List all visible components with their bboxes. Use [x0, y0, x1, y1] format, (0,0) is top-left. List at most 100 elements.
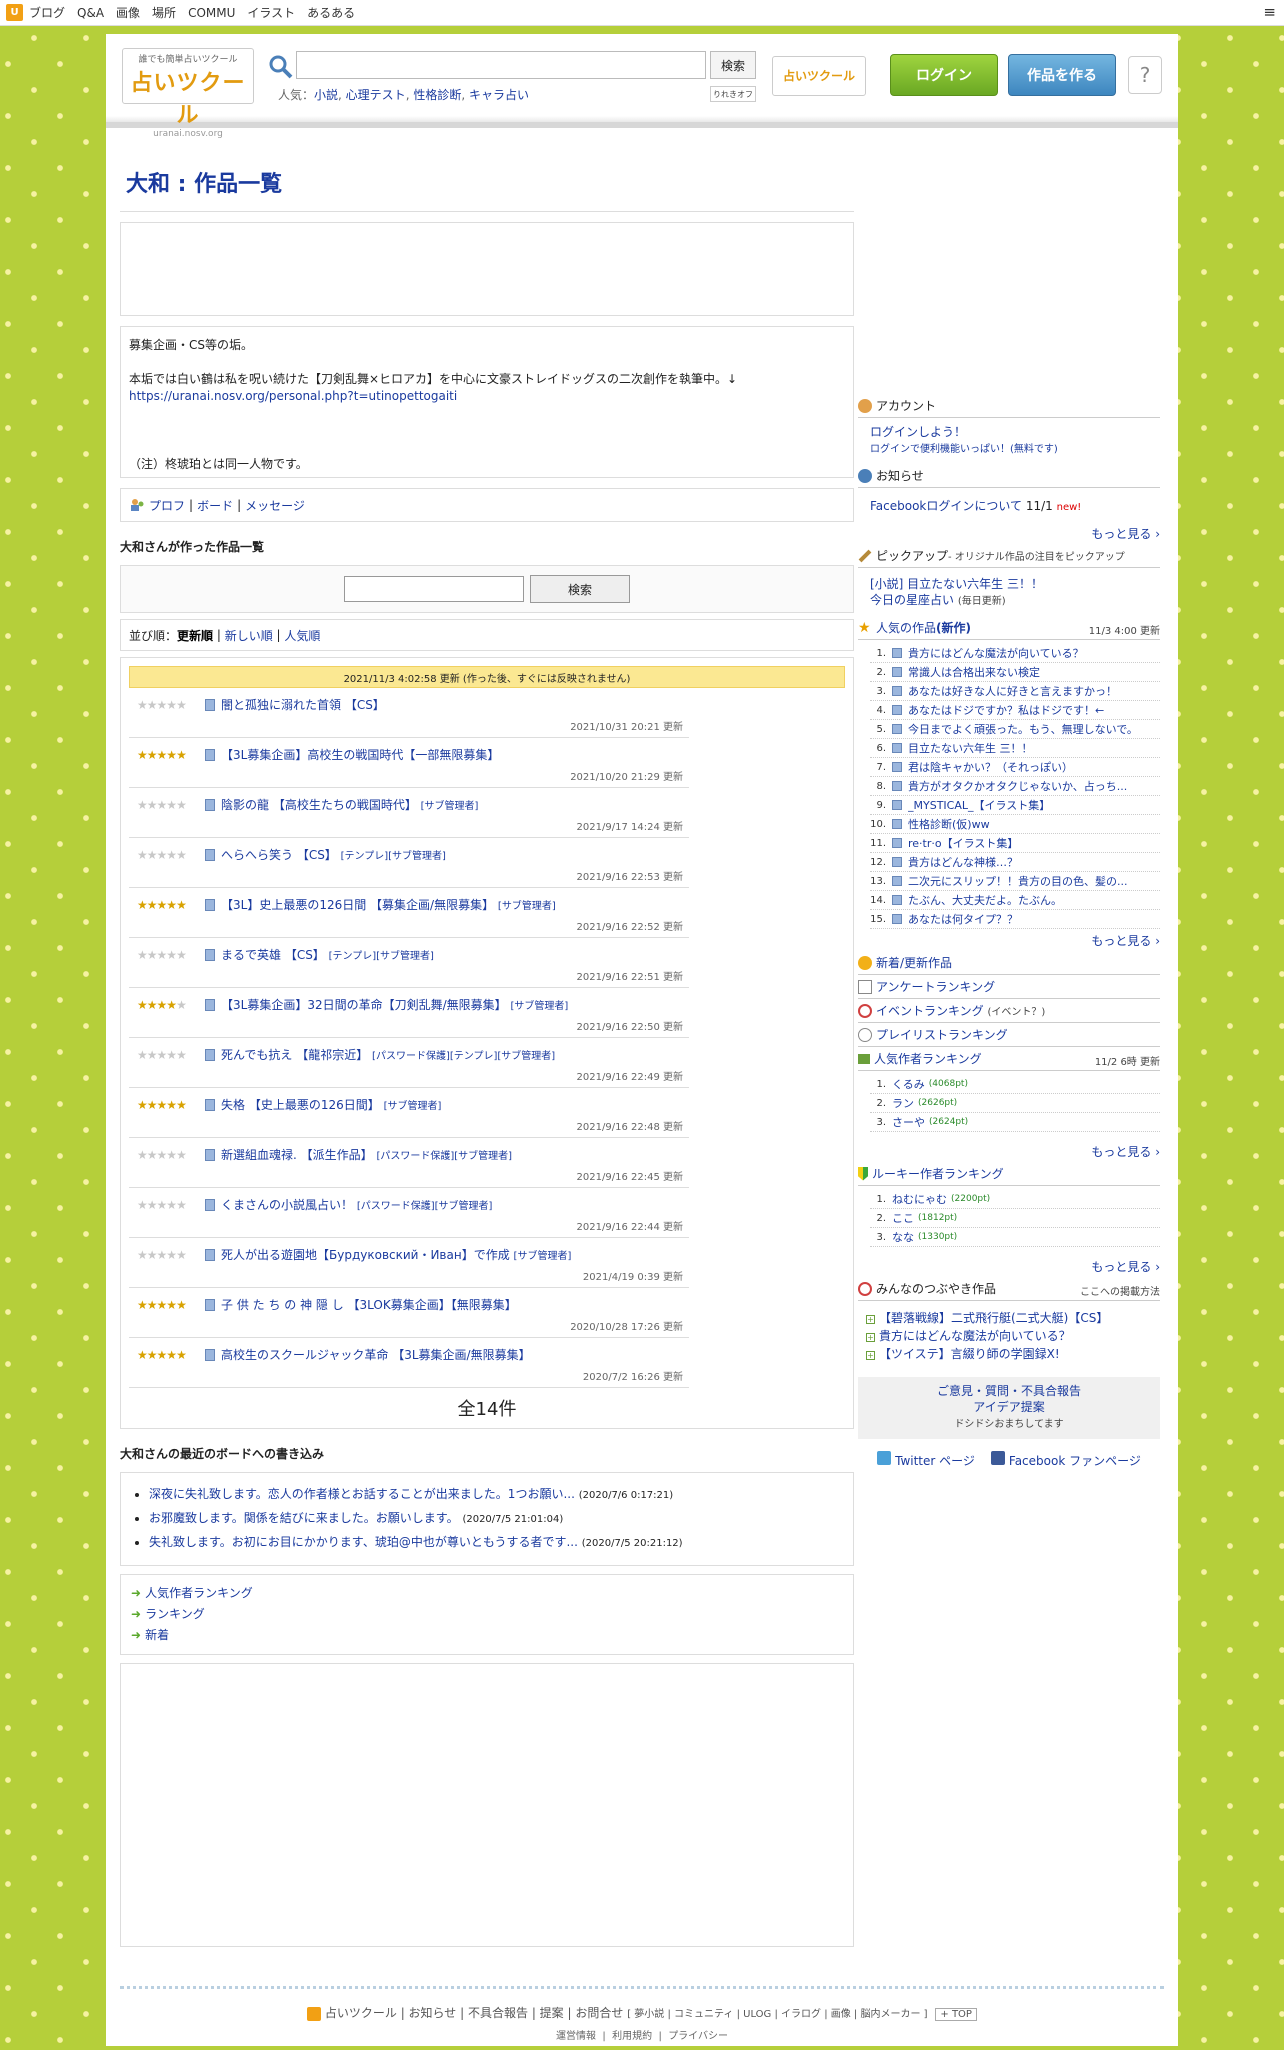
board-item[interactable]: お邪魔致します。関係を結びに来ました。お願いします。 (2020/7/5 21:…	[149, 1507, 843, 1531]
popular-work-item[interactable]: 8. 貴方がオタクかオタクじゃないか、占っち...	[870, 777, 1160, 796]
work-row[interactable]: ★★★★★ 【3L募集企画】高校生の戦国時代【一部無限募集】 2021/10/20…	[129, 738, 689, 788]
topnav-aruaru[interactable]: あるある	[307, 4, 355, 21]
news-more-link[interactable]: もっと見る ›	[1091, 525, 1160, 542]
author-more-link[interactable]: もっと見る ›	[1091, 1143, 1160, 1160]
tsubu-item[interactable]: + 貴方にはどんな魔法が向いている？	[866, 1327, 1152, 1345]
back-to-top-button[interactable]: + TOP	[935, 2008, 977, 2021]
work-tags[interactable]: [テンプレ][サブ管理者]	[329, 951, 434, 962]
author-name[interactable]: ラン	[892, 1095, 914, 1111]
popular-work-link[interactable]: 貴方がオタクかオタクじゃないか、占っち...	[908, 778, 1127, 794]
topnav-illust[interactable]: イラスト	[247, 4, 295, 21]
work-title[interactable]: 子 供 た ち の 神 隠 し 【3LOK募集企画】【無限募集】	[221, 1298, 517, 1312]
popular-work-link[interactable]: あなたは好きな人に好きと言えますかっ！	[908, 683, 1117, 699]
work-tags[interactable]: [パスワード保護][テンプレ][サブ管理者]	[372, 1051, 555, 1062]
uranai-tsukuru-help-logo[interactable]: 占いツクール	[772, 56, 866, 96]
nav-new[interactable]: 新着	[145, 1628, 169, 1642]
work-row[interactable]: ★★★★★ まるで英雄 【CS】 [テンプレ][サブ管理者] 2021/9/16 2…	[129, 938, 689, 988]
popular-work-item[interactable]: 9. _MYSTICAL_【イラスト集】	[870, 796, 1160, 815]
work-row[interactable]: ★★★★★ 失格 【史上最悪の126日間】 [サブ管理者] 2021/9/16 22…	[129, 1088, 689, 1138]
author-rank-item[interactable]: 2. ここ (1812pt)	[870, 1209, 1160, 1228]
work-title[interactable]: 【3L】史上最悪の126日間 【募集企画/無限募集】	[221, 898, 494, 912]
popular-work-link[interactable]: 目立たない六年生 三！！	[908, 740, 1033, 756]
sort-updated[interactable]: 更新順	[177, 627, 213, 644]
site-logo[interactable]: 誰でも簡単占いツクール 占いツクール uranai.nosv.org	[122, 48, 254, 139]
works-search-input[interactable]	[344, 576, 524, 602]
topnav-qa[interactable]: Q&A	[77, 6, 104, 20]
topnav-images[interactable]: 画像	[116, 4, 140, 21]
work-title[interactable]: 闇と孤独に溺れた首領 【CS】	[221, 698, 385, 712]
topnav-blog[interactable]: ブログ	[29, 4, 65, 21]
footer-link[interactable]: 提案	[540, 2006, 564, 2020]
popular-work-item[interactable]: 12. 貴方はどんな神様…？	[870, 853, 1160, 872]
popular-work-link[interactable]: たぶん、大丈夫だよ。たぶん。	[908, 892, 1062, 908]
work-row[interactable]: ★★★★★ 新選組血魂禄. 【派生作品】 [パスワード保護][サブ管理者] 2021…	[129, 1138, 689, 1188]
popular-work-link[interactable]: re·tr·o【イラスト集】	[908, 835, 1018, 851]
work-title[interactable]: 死んでも抗え 【龍祁宗近】	[221, 1048, 368, 1062]
popular-work-link[interactable]: 性格診断(仮)ww	[908, 816, 990, 832]
popular-more-link[interactable]: もっと見る ›	[1091, 932, 1160, 949]
work-tags[interactable]: [パスワード保護][サブ管理者]	[376, 1151, 512, 1162]
footer-link[interactable]: お知らせ	[409, 2006, 457, 2020]
popular-work-item[interactable]: 15. あなたは何タイプ？？	[870, 910, 1160, 929]
author-name[interactable]: ねむにゃむ	[892, 1191, 947, 1207]
header-search-input[interactable]	[296, 51, 706, 79]
board-item-text[interactable]: 失礼致します。お初にお目にかかります、琥珀@中也が尊いともうする者です...	[149, 1535, 578, 1549]
popular-work-item[interactable]: 13. 二次元にスリップ！！貴方の目の色、髪の...	[870, 872, 1160, 891]
footer-sub-links[interactable]: [ 夢小説 | コミュニティ | ULOG | イラログ | 画像 | 脳内メー…	[627, 2009, 927, 2020]
board-item[interactable]: 深夜に失礼致します。恋人の作者様とお話することが出来ました。1つお願い... (…	[149, 1483, 843, 1507]
login-button[interactable]: ログイン	[890, 54, 998, 96]
popular-work-item[interactable]: 1. 貴方にはどんな魔法が向いている？	[870, 644, 1160, 663]
profile-link-message[interactable]: メッセージ	[245, 497, 305, 514]
board-item[interactable]: 失礼致します。お初にお目にかかります、琥珀@中也が尊いともうする者です... (…	[149, 1531, 843, 1555]
work-row[interactable]: ★★★★★ 死人が出る遊園地【Бурдуковский・Иван】で作成 [サブ管…	[129, 1238, 689, 1288]
work-title[interactable]: まるで英雄 【CS】	[221, 948, 325, 962]
popular-work-item[interactable]: 2. 常識人は合格出来ない検定	[870, 663, 1160, 682]
footer-link[interactable]: 不具合報告	[468, 2006, 528, 2020]
work-title[interactable]: 死人が出る遊園地【Бурдуковский・Иван】で作成	[221, 1248, 510, 1262]
work-row[interactable]: ★★★★★ 子 供 た ち の 神 隠 し 【3LOK募集企画】【無限募集】 20…	[129, 1288, 689, 1338]
author-rank-item[interactable]: 2. ラン (2626pt)	[870, 1094, 1160, 1113]
history-off-button[interactable]: りれきオフ	[710, 86, 756, 102]
profile-link-prof[interactable]: プロフ	[149, 497, 185, 514]
tsubu-item-link[interactable]: 貴方にはどんな魔法が向いている？	[879, 1329, 1071, 1343]
work-tags[interactable]: [テンプレ][サブ管理者]	[341, 851, 446, 862]
popular-link-chara[interactable]: キャラ占い	[469, 88, 529, 102]
popular-link-personality[interactable]: 性格診断	[413, 88, 461, 102]
create-work-button[interactable]: 作品を作る	[1008, 54, 1116, 96]
author-name[interactable]: さーや	[892, 1114, 925, 1130]
author-rank-item[interactable]: 1. くるみ (4068pt)	[870, 1075, 1160, 1094]
work-row[interactable]: ★★★★★ 【3L】史上最悪の126日間 【募集企画/無限募集】 [サブ管理者] 2…	[129, 888, 689, 938]
event-ranking-link[interactable]: イベントランキング	[876, 1002, 984, 1019]
idea-link[interactable]: アイデア提案	[973, 1400, 1044, 1414]
tsubu-howto-link[interactable]: ここへの掲載方法	[1080, 1283, 1160, 1298]
topnav-places[interactable]: 場所	[152, 4, 176, 21]
pickup-item[interactable]: [小説] 目立たない六年生 三！！	[870, 577, 1043, 591]
work-tags[interactable]: [サブ管理者]	[498, 901, 556, 912]
popular-work-link[interactable]: 君は陰キャかい？（それっぽい）	[908, 759, 1073, 775]
playlist-ranking-link[interactable]: プレイリストランキング	[876, 1026, 1008, 1043]
profile-link-board[interactable]: ボード	[197, 497, 233, 514]
work-row[interactable]: ★★★★★ 死んでも抗え 【龍祁宗近】 [パスワード保護][テンプレ][サブ管理者…	[129, 1038, 689, 1088]
work-row[interactable]: ★★★★★ くまさんの小説風占い！ [パスワード保護][サブ管理者] 2021/9/…	[129, 1188, 689, 1238]
footer-link[interactable]: お問合せ	[575, 2006, 623, 2020]
popular-work-link[interactable]: 貴方はどんな神様…？	[908, 854, 1018, 870]
footer-link[interactable]: プライバシー	[668, 2031, 728, 2042]
work-row[interactable]: ★★★★★ 高校生のスクールジャック革命 【3L募集企画/無限募集】 2020/7…	[129, 1338, 689, 1388]
nav-ranking[interactable]: ランキング	[145, 1607, 205, 1621]
work-row[interactable]: ★★★★★ へらへら笑う 【CS】 [テンプレ][サブ管理者] 2021/9/16 …	[129, 838, 689, 888]
expand-icon[interactable]: +	[866, 1333, 875, 1342]
rookie-more-link[interactable]: もっと見る ›	[1091, 1258, 1160, 1275]
board-item-text[interactable]: 深夜に失礼致します。恋人の作者様とお話することが出来ました。1つお願い...	[149, 1487, 575, 1501]
popular-work-item[interactable]: 5. 今日までよく頑張った。もう、無理しないで。	[870, 720, 1160, 739]
popular-work-item[interactable]: 6. 目立たない六年生 三！！	[870, 739, 1160, 758]
works-search-button[interactable]: 検索	[530, 575, 630, 603]
facebook-link[interactable]: Facebook ファンページ	[1009, 1454, 1141, 1468]
popular-work-link[interactable]: 貴方にはどんな魔法が向いている？	[908, 645, 1084, 661]
footer-link[interactable]: 運営情報	[556, 2031, 596, 2042]
popular-work-item[interactable]: 3. あなたは好きな人に好きと言えますかっ！	[870, 682, 1160, 701]
popular-work-link[interactable]: あなたはドジですか？私はドジです！←	[908, 702, 1104, 718]
footer-link[interactable]: 占いツクール	[325, 2006, 397, 2020]
author-name[interactable]: ここ	[892, 1210, 914, 1226]
work-tags[interactable]: [サブ管理者]	[421, 801, 479, 812]
work-title[interactable]: くまさんの小説風占い！	[221, 1198, 353, 1212]
